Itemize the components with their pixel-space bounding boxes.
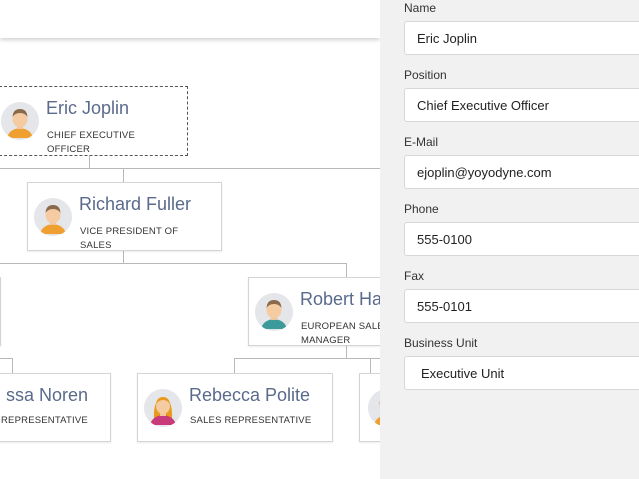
node-name: Eric Joplin <box>46 98 130 118</box>
node-edit-panel: Name Eric Joplin Position Chief Executiv… <box>380 0 639 479</box>
fax-field[interactable]: 555-0101 <box>404 289 639 323</box>
connector-line <box>89 155 90 169</box>
node-name: Robert Ha <box>300 289 380 309</box>
name-label: Name <box>404 1 437 15</box>
org-node-rebecca-polite[interactable]: Rebecca Polite SALES REPRESENTATIVE <box>137 373 333 442</box>
male-avatar-icon <box>368 389 380 427</box>
toolbar <box>0 0 380 38</box>
connector-line <box>12 358 13 373</box>
business-unit-select[interactable]: Executive Unit <box>404 356 639 390</box>
connector-line <box>0 358 12 359</box>
email-field[interactable]: ejoplin@yoyodyne.com <box>404 155 639 189</box>
business-unit-label: Business Unit <box>404 336 478 350</box>
node-title: EUROPEAN SALE MANAGER <box>301 321 380 346</box>
email-label: E-Mail <box>404 135 439 149</box>
phone-label: Phone <box>404 202 439 216</box>
node-title: REPRESENTATIVE <box>1 415 88 426</box>
org-chart-canvas[interactable]: Eric Joplin CHIEF EXECUTIVE OFFICER Richa… <box>0 0 380 479</box>
node-title: VICE PRESIDENT OF SALES <box>80 226 179 251</box>
connector-line <box>0 168 380 169</box>
male-avatar-icon <box>255 293 293 331</box>
female-avatar-icon <box>144 389 182 427</box>
connector-line <box>123 168 124 183</box>
node-title: SALES REPRESENTATIVE <box>190 415 312 426</box>
phone-field[interactable]: 555-0100 <box>404 222 639 256</box>
connector-line <box>234 358 235 373</box>
name-field[interactable]: Eric Joplin <box>404 21 639 55</box>
node-name: ssa Noren <box>6 385 89 405</box>
node-name: Rebecca Polite <box>189 385 311 405</box>
connector-line <box>0 263 346 264</box>
position-label: Position <box>404 68 447 82</box>
fax-label: Fax <box>404 269 425 283</box>
org-node-card-partial[interactable] <box>359 373 380 442</box>
org-node-richard-fuller[interactable]: Richard Fuller VICE PRESIDENT OF SALES <box>27 182 222 251</box>
connector-line <box>370 358 371 373</box>
org-node-eric-joplin[interactable]: Eric Joplin CHIEF EXECUTIVE OFFICER <box>0 86 188 156</box>
org-node-noren[interactable]: ssa Noren REPRESENTATIVE <box>0 373 111 442</box>
org-node-card-partial[interactable] <box>0 277 1 346</box>
node-name: Richard Fuller <box>79 194 192 214</box>
org-node-robert[interactable]: Robert Ha EUROPEAN SALE MANAGER <box>248 277 380 346</box>
position-field[interactable]: Chief Executive Officer <box>404 88 639 122</box>
male-avatar-icon <box>1 102 39 140</box>
node-title: CHIEF EXECUTIVE OFFICER <box>47 130 135 155</box>
male-avatar-icon <box>34 198 72 236</box>
connector-line <box>346 263 347 278</box>
connector-line <box>234 358 380 359</box>
